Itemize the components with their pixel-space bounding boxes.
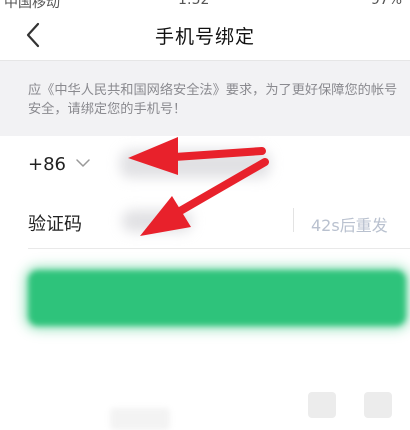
submit-button[interactable] [28,270,406,326]
bottom-blur-block [110,408,170,430]
battery-label: 97% [370,0,402,8]
status-bar: 中国移动 1:52 97% [0,0,410,12]
security-notice: 应《中华人民共和国网络安全法》要求，为了更好保障您的帐号安全，请绑定您的手机号！ [0,60,410,137]
resend-code-button[interactable]: 42s后重发 [311,212,388,236]
vertical-divider [293,208,294,232]
page-title: 手机号绑定 [154,26,255,48]
bottom-square-right [364,392,392,418]
carrier-label: 中国移动 [4,0,60,11]
verification-code-input[interactable] [118,200,282,238]
submit-area [20,262,410,334]
status-time: 1:52 [178,0,210,8]
phone-row: +86 [0,136,410,193]
country-code-selector[interactable]: +86 [28,154,66,175]
bottom-square-left [308,392,336,418]
notice-text: 应《中华人民共和国网络安全法》要求，为了更好保障您的帐号安全，请绑定您的手机号！ [28,83,398,117]
phone-input[interactable] [118,146,372,184]
row-divider [28,248,410,249]
nav-bar: 手机号绑定 [0,12,410,58]
code-label: 验证码 [28,214,82,235]
chevron-down-icon[interactable] [76,158,90,168]
